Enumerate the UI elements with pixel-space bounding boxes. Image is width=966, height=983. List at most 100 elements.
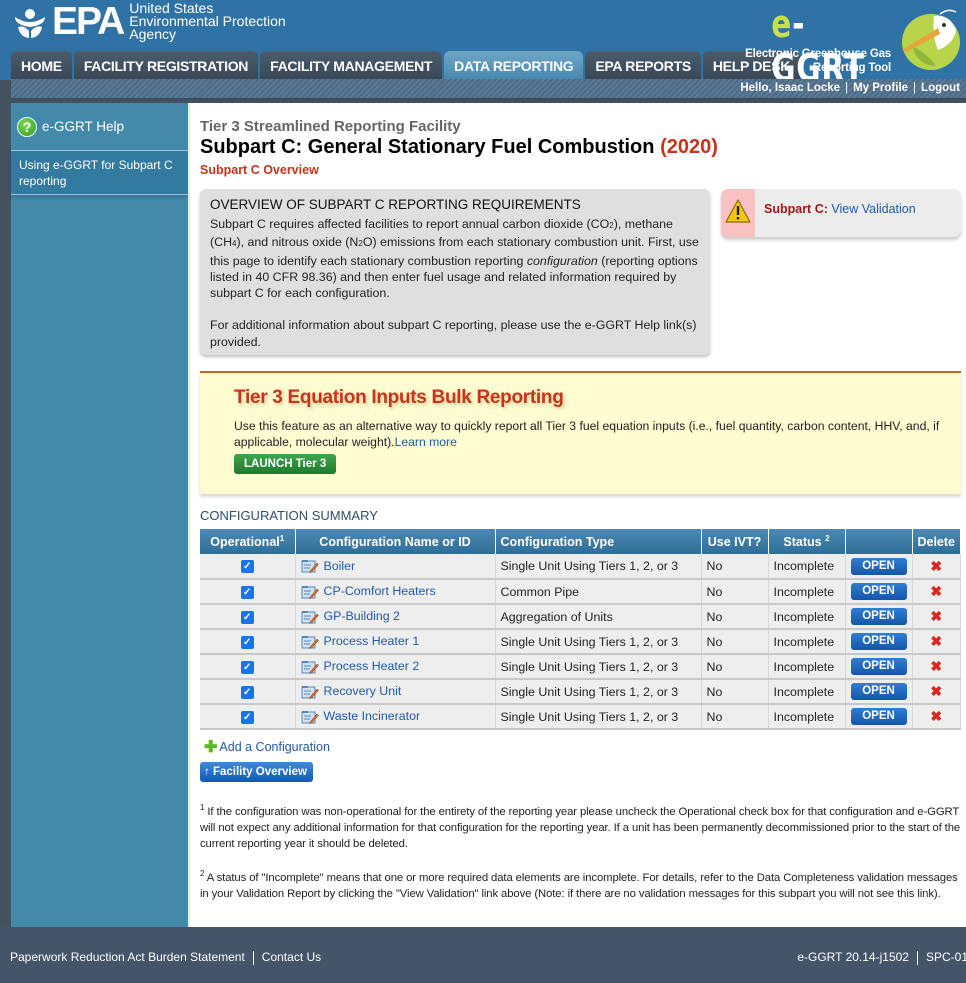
launch-tier3-button[interactable]: LAUNCH Tier 3 [234,454,337,474]
open-button[interactable]: OPEN [850,633,907,650]
footnote-2: 2 A status of "Incomplete" means that on… [200,869,958,900]
edit-configuration-icon[interactable] [301,559,319,574]
config-name-link[interactable]: Process Heater 2 [324,659,420,673]
edit-configuration-icon[interactable] [301,585,319,599]
config-name-link[interactable]: CP-Comfort Heaters [324,584,436,598]
delete-x-icon[interactable]: ✖ [930,583,942,599]
configuration-summary-heading: CONFIGURATION SUMMARY [200,508,378,523]
warning-triangle-icon [725,199,751,223]
epa-wordmark: EPA [52,0,125,43]
edit-configuration-icon[interactable] [301,610,319,624]
open-button[interactable]: OPEN [850,658,907,675]
separator: | [845,82,849,94]
config-name-link[interactable]: GP-Building 2 [324,609,400,623]
table-row: ✓ Waste Incinerator Single Unit Using Tier… [200,704,961,730]
delete-cell: ✖ [912,654,961,680]
config-name-link[interactable]: Recovery Unit [324,684,402,698]
delete-x-icon[interactable]: ✖ [930,558,942,574]
operational-cell: ✓ [200,654,296,680]
open-button[interactable]: OPEN [850,708,907,725]
config-name-link[interactable]: Process Heater 1 [324,634,420,648]
tab-home[interactable]: HOME [11,51,72,79]
page-subtitle: Subpart C Overview [200,163,319,177]
status: Incomplete [768,629,846,655]
config-name-cell: CP-Comfort Heaters [295,579,496,605]
config-type: Single Unit Using Tiers 1, 2, or 3 [495,679,702,705]
operational-cell: ✓ [200,704,296,730]
open-button[interactable]: OPEN [850,557,907,575]
footnote-1: 1 If the configuration was non-operation… [200,803,961,850]
operational-checkbox[interactable]: ✓ [240,660,254,674]
epa-flower-icon [15,9,45,38]
user-links: Hello, Isaac Locke | My Profile | Logout [740,82,960,94]
open-button[interactable]: OPEN [850,683,907,700]
operational-cell: ✓ [200,679,296,705]
tab-epa-reports[interactable]: EPA REPORTS [585,51,701,79]
tab-facility-management[interactable]: FACILITY MANAGEMENT [260,51,443,79]
user-greeting: Hello, Isaac Locke [740,82,841,94]
epa-logo[interactable]: EPA United States Environmental Protecti… [12,0,286,43]
config-name-cell: Process Heater 1 [295,629,496,655]
eggrt-subtitle: Electronic Greenhouse Gas Reporting Tool [745,47,891,75]
open-button[interactable]: OPEN [850,608,907,625]
delete-x-icon[interactable]: ✖ [930,633,942,649]
view-validation-link[interactable]: View Validation [831,202,915,216]
table-row: ✓ Recovery Unit Single Unit Using Tiers 1,… [200,679,961,705]
edit-configuration-icon[interactable] [301,660,319,674]
operational-checkbox[interactable]: ✓ [240,685,254,699]
config-name-link[interactable]: Boiler [324,559,356,573]
use-ivt: No [701,629,769,655]
tier3-title: Tier 3 Equation Inputs Bulk Reporting [234,387,564,408]
eggrt-wordmark-e: e [771,2,793,46]
config-name-cell: Recovery Unit [295,679,496,705]
delete-x-icon[interactable]: ✖ [930,683,942,699]
config-name-cell: Process Heater 2 [295,654,496,680]
use-ivt: No [701,604,769,630]
add-configuration-link[interactable]: ✚ Add a Configuration [204,737,330,757]
table-row: ✓ Boiler Single Unit Using Tiers 1, 2, or … [200,554,961,580]
open-cell: OPEN [845,554,913,580]
status: Incomplete [768,579,846,605]
open-button[interactable]: OPEN [850,583,907,600]
facility-overview-button[interactable]: ↑ Facility Overview [200,762,313,782]
col-use-ivt: Use IVT? [701,529,769,554]
my-profile-link[interactable]: My Profile [853,82,908,94]
validation-text: Subpart C: View Validation [764,202,916,216]
operational-checkbox[interactable]: ✓ [240,710,254,724]
operational-checkbox[interactable]: ✓ [240,635,254,649]
plus-icon: ✚ [204,739,218,756]
operational-checkbox[interactable]: ✓ [240,610,254,624]
sidebar-help-header: ? e-GGRT Help [11,103,188,151]
edit-configuration-icon[interactable] [301,635,319,649]
sidebar-item-subpart-c-help[interactable]: Using e-GGRT for Subpart C reporting [11,151,188,195]
operational-checkbox[interactable]: ✓ [240,585,254,599]
learn-more-link[interactable]: Learn more [395,435,457,449]
tier3-bulk-reporting-panel: Tier 3 Equation Inputs Bulk Reporting Us… [200,371,961,494]
tab-data-reporting[interactable]: DATA REPORTING [444,51,584,79]
delete-x-icon[interactable]: ✖ [930,658,942,674]
table-header-row: Operational1 Configuration Name or ID Co… [200,529,961,554]
table-row: ✓ GP-Building 2 Aggregation of Units No Inco… [200,604,961,630]
edit-configuration-icon[interactable] [301,710,319,724]
main-content: Tier 3 Streamlined Reporting Facility Su… [190,103,966,927]
config-type: Single Unit Using Tiers 1, 2, or 3 [495,629,702,655]
edit-configuration-icon[interactable] [301,685,319,699]
col-status: Status 2 [768,529,846,554]
contact-us-link[interactable]: Contact Us [262,950,321,964]
facility-overview-label: Facility Overview [212,766,307,778]
table-row: ✓ Process Heater 2 Single Unit Using Tiers… [200,654,961,680]
add-configuration-label: Add a Configuration [219,740,330,754]
delete-x-icon[interactable]: ✖ [930,708,942,724]
paperwork-reduction-link[interactable]: Paperwork Reduction Act Burden Statement [10,950,245,964]
delete-x-icon[interactable]: ✖ [930,608,942,624]
tab-facility-registration[interactable]: FACILITY REGISTRATION [73,51,259,79]
config-type: Aggregation of Units [495,604,702,630]
config-name-link[interactable]: Waste Incinerator [324,709,421,723]
eggrt-logo[interactable]: e-GGRT Electronic Greenhouse Gas Reporti… [736,0,966,90]
arrow-up-icon: ↑ [204,766,210,778]
logout-link[interactable]: Logout [921,82,960,94]
use-ivt: No [701,554,769,580]
open-cell: OPEN [845,679,913,705]
page-title: Subpart C: General Stationary Fuel Combu… [200,136,718,159]
operational-checkbox[interactable]: ✓ [240,560,254,574]
